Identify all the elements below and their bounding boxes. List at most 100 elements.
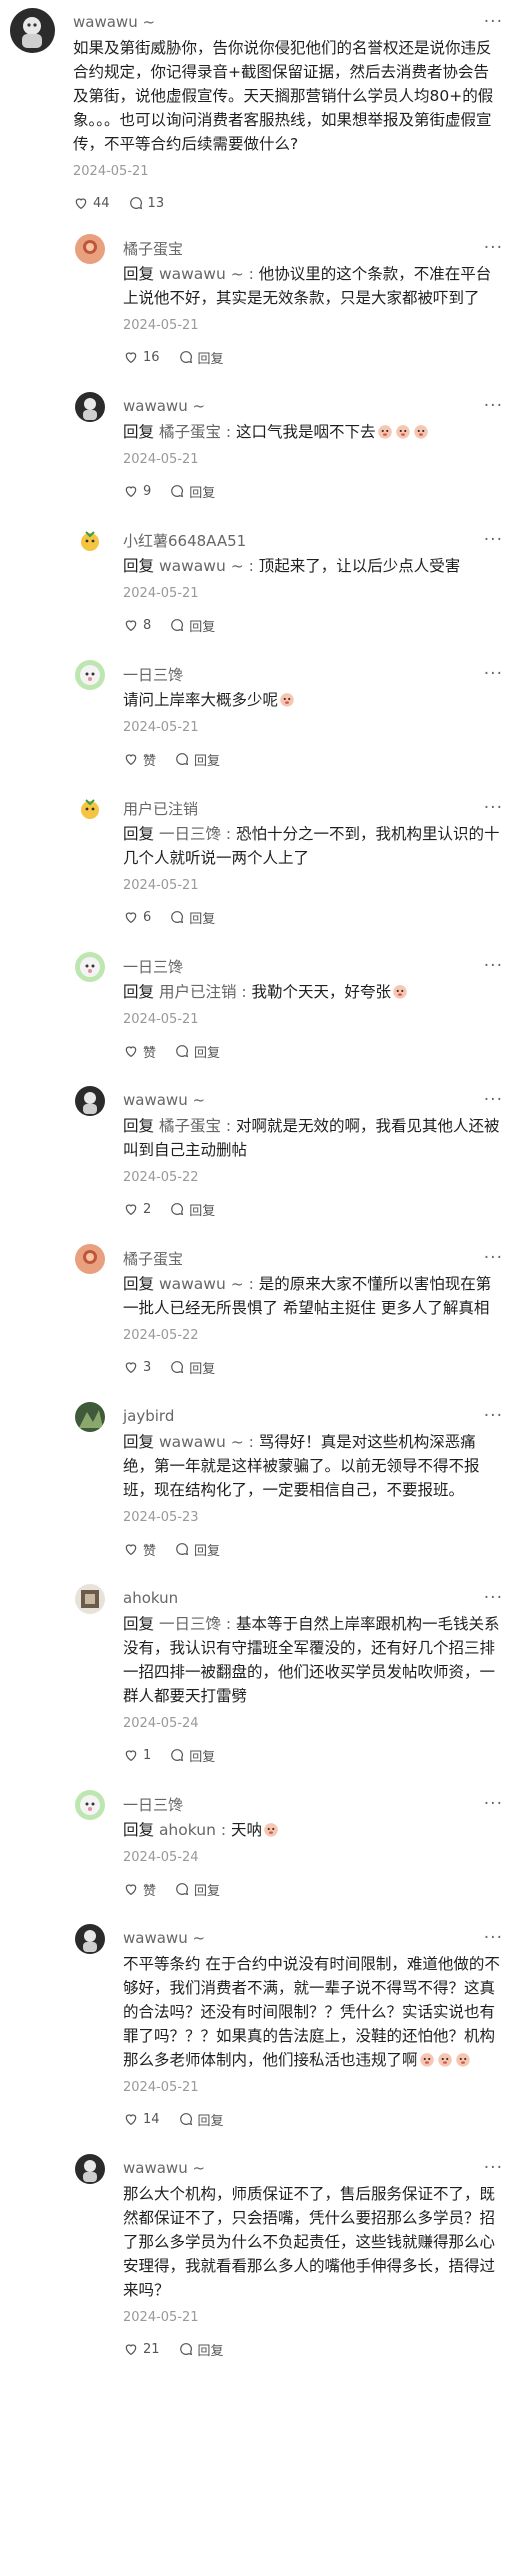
reply-button[interactable]: 回复 bbox=[178, 348, 224, 367]
username[interactable]: wawawu ~ bbox=[123, 1091, 205, 1109]
mention-link[interactable]: 一日三馋 : bbox=[159, 1615, 236, 1633]
like-button[interactable]: 赞 bbox=[123, 1540, 156, 1559]
avatar[interactable] bbox=[75, 2154, 105, 2184]
reply-button[interactable]: 回复 bbox=[169, 1746, 215, 1765]
like-button[interactable]: 赞 bbox=[123, 1880, 156, 1899]
like-button[interactable]: 赞 bbox=[123, 750, 156, 769]
reply-button[interactable]: 回复 bbox=[169, 1200, 215, 1219]
username[interactable]: wawawu ~ bbox=[73, 13, 155, 31]
avatar[interactable] bbox=[75, 526, 105, 556]
username[interactable]: wawawu ~ bbox=[123, 1929, 205, 1947]
heart-icon bbox=[125, 2114, 137, 2126]
like-button[interactable]: 赞 bbox=[123, 1042, 156, 1061]
mention-link[interactable]: wawawu ~ : bbox=[159, 1433, 259, 1451]
comment-icon bbox=[129, 197, 142, 210]
more-options-icon[interactable]: ··· bbox=[484, 664, 503, 684]
reply-item: 一日三馋 ··· 回复 ahokun : 天呐 2024-05-24 赞 回复 bbox=[0, 1790, 519, 1902]
mention-link[interactable]: wawawu ~ : bbox=[159, 557, 259, 575]
reply-item: wawawu ~ ··· 回复 橘子蛋宝 : 对啊就是无效的啊，我看见其他人还被叫到… bbox=[0, 1086, 519, 1222]
username[interactable]: jaybird bbox=[123, 1407, 174, 1425]
avatar[interactable] bbox=[75, 1086, 105, 1116]
username[interactable]: 一日三馋 bbox=[123, 956, 183, 977]
mention-link[interactable]: 用户已注销 : bbox=[159, 983, 252, 1001]
username[interactable]: 橘子蛋宝 bbox=[123, 1248, 183, 1269]
reply-prefix: 回复 bbox=[123, 423, 159, 441]
comment-icon bbox=[176, 1543, 189, 1556]
username[interactable]: 一日三馋 bbox=[123, 1794, 183, 1815]
like-button[interactable]: 21 bbox=[123, 2341, 160, 2357]
username[interactable]: 一日三馋 bbox=[123, 664, 183, 685]
avatar[interactable] bbox=[10, 8, 55, 53]
mention-link[interactable]: 橘子蛋宝 : bbox=[159, 423, 236, 441]
more-options-icon[interactable]: ··· bbox=[484, 1406, 503, 1426]
reply-button[interactable]: 回复 bbox=[169, 616, 215, 635]
avatar[interactable] bbox=[75, 660, 105, 690]
more-options-icon[interactable]: ··· bbox=[484, 396, 503, 416]
comment-icon bbox=[171, 619, 184, 632]
comment-button[interactable]: 13 bbox=[128, 195, 164, 211]
more-options-icon[interactable]: ··· bbox=[484, 2158, 503, 2178]
like-button[interactable]: 8 bbox=[123, 617, 151, 633]
emoji-icon bbox=[391, 983, 409, 1001]
reply-date: 2024-05-21 bbox=[123, 720, 199, 735]
more-options-icon[interactable]: ··· bbox=[484, 238, 503, 258]
like-button[interactable]: 1 bbox=[123, 1747, 151, 1763]
avatar[interactable] bbox=[75, 794, 105, 824]
heart-icon bbox=[75, 198, 87, 210]
mention-link[interactable]: wawawu ~ : bbox=[159, 265, 259, 283]
username[interactable]: 橘子蛋宝 bbox=[123, 238, 183, 259]
username[interactable]: 小红薯6648AA51 bbox=[123, 530, 246, 551]
more-options-icon[interactable]: ··· bbox=[484, 1928, 503, 1948]
like-count: 6 bbox=[143, 909, 152, 925]
reply-button[interactable]: 回复 bbox=[174, 1042, 220, 1061]
like-button[interactable]: 6 bbox=[123, 909, 151, 925]
avatar[interactable] bbox=[75, 1244, 105, 1274]
like-button[interactable]: 14 bbox=[123, 2111, 160, 2127]
like-count: 赞 bbox=[143, 1543, 157, 1559]
more-options-icon[interactable]: ··· bbox=[484, 956, 503, 976]
reply-button[interactable]: 回复 bbox=[174, 1540, 220, 1559]
more-options-icon[interactable]: ··· bbox=[484, 1248, 503, 1268]
reply-button[interactable]: 回复 bbox=[174, 1880, 220, 1899]
mention-link[interactable]: 橘子蛋宝 : bbox=[159, 1117, 236, 1135]
heart-icon bbox=[125, 352, 137, 364]
avatar[interactable] bbox=[75, 392, 105, 422]
like-button[interactable]: 3 bbox=[123, 1359, 151, 1375]
more-options-icon[interactable]: ··· bbox=[484, 1588, 503, 1608]
mention-link[interactable]: wawawu ~ : bbox=[159, 1275, 259, 1293]
like-button[interactable]: 44 bbox=[73, 195, 110, 211]
reply-button[interactable]: 回复 bbox=[178, 2110, 224, 2129]
username[interactable]: wawawu ~ bbox=[123, 2159, 205, 2177]
mention-link[interactable]: 一日三馋 : bbox=[159, 825, 236, 843]
avatar[interactable] bbox=[75, 952, 105, 982]
more-options-icon[interactable]: ··· bbox=[484, 530, 503, 550]
reply-button[interactable]: 回复 bbox=[169, 482, 215, 501]
more-options-icon[interactable]: ··· bbox=[484, 1794, 503, 1814]
avatar[interactable] bbox=[75, 1924, 105, 1954]
reply-text: 回复 ahokun : 天呐 bbox=[123, 1818, 503, 1842]
username[interactable]: ahokun bbox=[123, 1589, 178, 1607]
like-button[interactable]: 16 bbox=[123, 349, 160, 365]
comment-icon bbox=[171, 1749, 184, 1762]
avatar[interactable] bbox=[75, 1584, 105, 1614]
like-button[interactable]: 2 bbox=[123, 1201, 151, 1217]
like-button[interactable]: 9 bbox=[123, 483, 151, 499]
emoji-icon bbox=[394, 423, 412, 441]
avatar[interactable] bbox=[75, 1790, 105, 1820]
more-options-icon[interactable]: ··· bbox=[484, 12, 503, 32]
reply-button[interactable]: 回复 bbox=[169, 908, 215, 927]
username[interactable]: 用户已注销 bbox=[123, 798, 198, 819]
avatar[interactable] bbox=[75, 234, 105, 264]
reply-date: 2024-05-21 bbox=[123, 452, 199, 467]
reply-button[interactable]: 回复 bbox=[169, 1358, 215, 1377]
avatar[interactable] bbox=[75, 1402, 105, 1432]
comment-thread: wawawu ~ ··· 如果及第街威胁你，告你说你侵犯他们的名誉权还是说你违反… bbox=[0, 0, 519, 2382]
reply-button[interactable]: 回复 bbox=[174, 750, 220, 769]
reply-body: 请问上岸率大概多少呢 bbox=[123, 691, 279, 709]
more-options-icon[interactable]: ··· bbox=[484, 798, 503, 818]
username[interactable]: wawawu ~ bbox=[123, 397, 205, 415]
reply-date: 2024-05-21 bbox=[123, 2310, 199, 2325]
reply-button[interactable]: 回复 bbox=[178, 2340, 224, 2359]
more-options-icon[interactable]: ··· bbox=[484, 1090, 503, 1110]
mention-link[interactable]: ahokun : bbox=[159, 1821, 231, 1839]
